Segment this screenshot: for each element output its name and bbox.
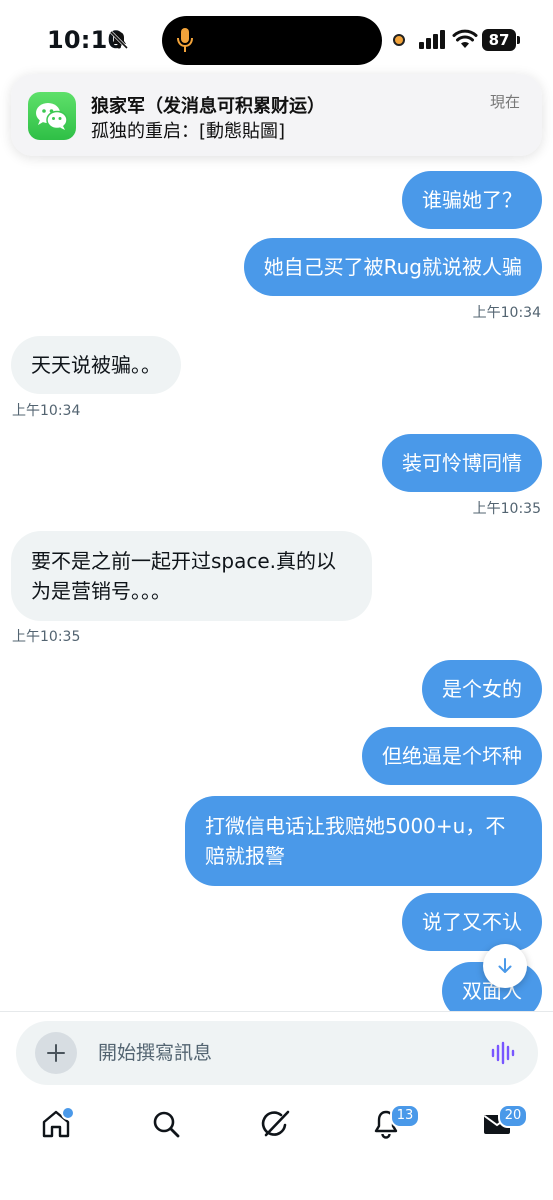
message-input[interactable] — [98, 1039, 468, 1067]
message-bubble[interactable]: 她自己买了被Rug就说被人骗 — [243, 238, 542, 296]
message-bubble[interactable]: 装可怜博同情 — [382, 434, 542, 492]
message-composer — [16, 1021, 538, 1085]
microphone-icon — [177, 28, 193, 52]
battery-level: 87 — [482, 29, 516, 51]
status-bar: 10:10 87 — [0, 0, 553, 80]
wifi-icon — [452, 29, 478, 48]
message-timestamp: 上午10:34 — [472, 305, 541, 321]
message-bubble[interactable]: 是个女的 — [422, 660, 542, 718]
notification-title: 狼家军（发消息可积累财运） — [91, 96, 325, 117]
message-bubble[interactable]: 但绝逼是个坏种 — [362, 727, 542, 785]
message-timestamp: 上午10:34 — [12, 403, 81, 419]
notification-time: 現在 — [489, 93, 520, 111]
search-icon[interactable] — [150, 1108, 182, 1140]
divider — [0, 1011, 553, 1012]
message-bubble[interactable]: 要不是之前一起开过space.真的以为是营销号。。。 — [11, 531, 372, 621]
scroll-to-bottom-button[interactable] — [483, 944, 527, 988]
battery-indicator: 87 — [482, 29, 522, 51]
home-new-indicator — [61, 1106, 75, 1120]
dynamic-island[interactable] — [162, 16, 382, 65]
add-media-button[interactable] — [35, 1032, 77, 1074]
cellular-signal-icon — [419, 30, 445, 49]
message-bubble[interactable]: 说了又不认 — [402, 893, 542, 951]
arrow-down-icon — [498, 958, 512, 973]
bottom-tab-bar — [0, 1096, 553, 1156]
message-bubble[interactable]: 打微信电话让我赔她5000+u，不赔就报警 — [185, 796, 542, 886]
voice-message-icon[interactable] — [490, 1041, 516, 1065]
bell-slash-icon — [109, 30, 129, 50]
message-timestamp: 上午10:35 — [12, 629, 81, 645]
message-bubble[interactable]: 天天说被骗。。 — [11, 336, 181, 394]
plus-icon — [47, 1044, 65, 1062]
message-bubble[interactable]: 谁骗她了？ — [402, 171, 542, 229]
recording-indicator — [393, 34, 405, 46]
message-timestamp: 上午10:35 — [472, 501, 541, 517]
push-notification[interactable]: 狼家军（发消息可积累财运） 孤独的重启：[動態貼圖] 現在 — [11, 74, 542, 156]
messages-badge: 20 — [498, 1104, 528, 1128]
grok-icon[interactable] — [260, 1108, 292, 1140]
notifications-badge: 13 — [390, 1104, 420, 1128]
battery-tip — [517, 36, 520, 44]
notification-body: 孤独的重启：[動態貼圖] — [91, 121, 286, 142]
wechat-app-icon — [28, 92, 76, 140]
